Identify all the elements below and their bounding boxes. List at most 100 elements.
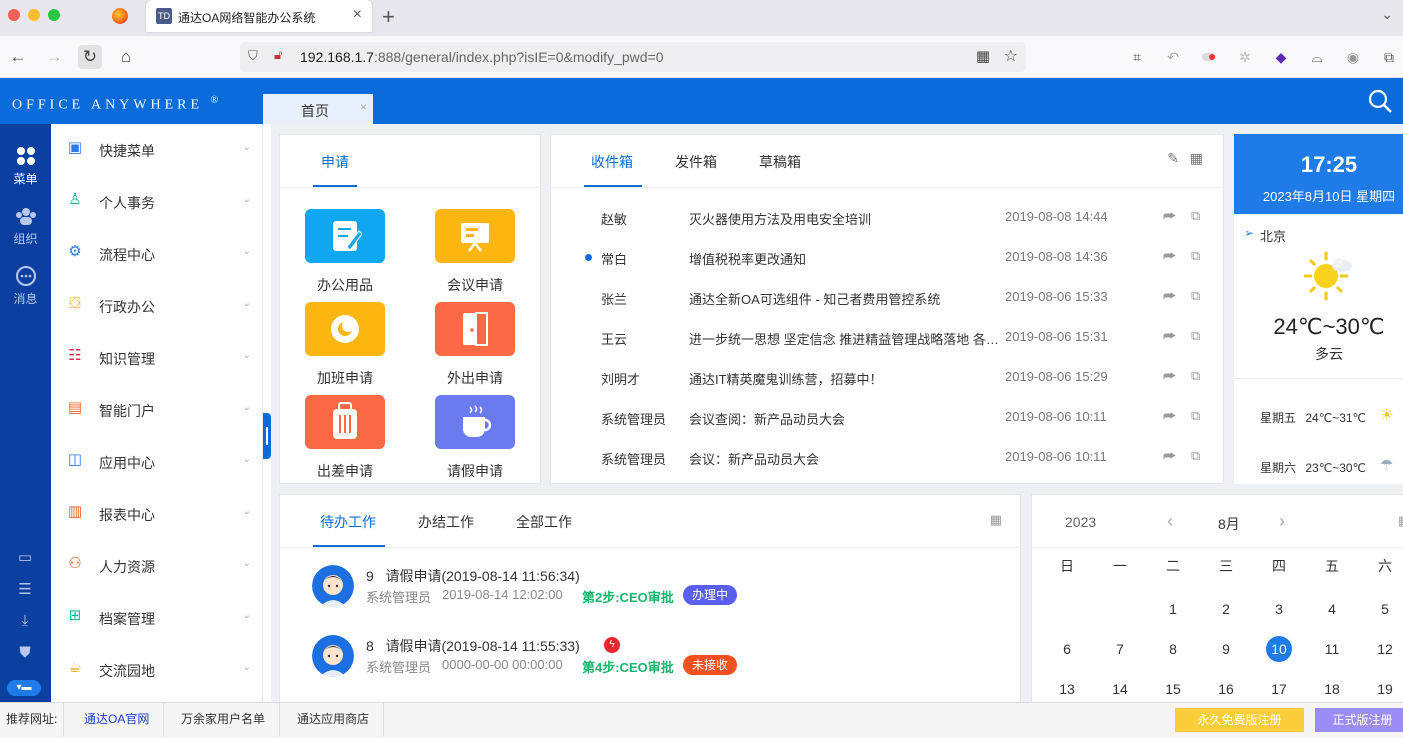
calendar-day[interactable]: 6 xyxy=(1047,636,1087,662)
window-minimize-button[interactable] xyxy=(28,9,40,21)
back-button[interactable]: ← xyxy=(6,45,30,69)
mail-row[interactable]: 系统管理员 会议：新产品动员大会 2019-08-06 10:11 ⮫ ⧉ xyxy=(551,437,1223,477)
tab-done[interactable]: 办结工作 xyxy=(418,512,474,532)
menu-item[interactable]: ♙ 个人事务 ⌄ xyxy=(51,176,263,228)
toggle-extension-icon[interactable] xyxy=(1200,48,1218,66)
tab-home[interactable]: 首页 × xyxy=(263,94,373,124)
apply-business-trip[interactable]: 出差申请 xyxy=(293,395,393,485)
menu-item[interactable]: ⚙ 流程中心 ⌄ xyxy=(51,228,263,280)
calendar-day[interactable]: 15 xyxy=(1153,676,1193,702)
mail-subject[interactable]: 灭火器使用方法及用电安全培训 xyxy=(689,209,1001,228)
menu-item[interactable]: ⚇ 人力资源 ⌄ xyxy=(51,540,263,592)
tab-home-close-icon[interactable]: × xyxy=(360,100,367,114)
mail-subject[interactable]: 通达IT精英魔鬼训练营，招募中！ xyxy=(689,369,1001,388)
todo-title[interactable]: 9 请假申请(2019-08-14 11:56:34) xyxy=(366,566,580,586)
pro-register-button[interactable]: 正式版注册 xyxy=(1315,708,1403,732)
todo-title[interactable]: 8 请假申请(2019-08-14 11:55:33) xyxy=(366,636,580,656)
apply-leave[interactable]: 请假申请 xyxy=(423,395,523,485)
weather-city[interactable]: 北京 xyxy=(1260,226,1286,245)
download-icon[interactable]: ⤓ xyxy=(13,612,37,632)
forward-icon[interactable]: ⮫ xyxy=(1163,328,1176,345)
apply-office-supplies[interactable]: 办公用品 xyxy=(293,209,393,299)
diamond-extension-icon[interactable]: ◆ xyxy=(1272,48,1290,66)
calendar-day[interactable]: 11 xyxy=(1312,636,1352,662)
calendar-day[interactable]: 3 xyxy=(1259,596,1299,622)
calendar-day[interactable]: 16 xyxy=(1206,676,1246,702)
forward-icon[interactable]: ⮫ xyxy=(1163,408,1176,425)
undo-icon[interactable]: ↶ xyxy=(1164,48,1182,66)
calendar-day[interactable]: 1 xyxy=(1153,596,1193,622)
tab-all-work[interactable]: 全部工作 xyxy=(516,512,572,532)
rail-menu-button[interactable]: 菜单 xyxy=(0,146,51,187)
browser-tab-active[interactable]: TD 通达OA网络智能办公系统 × xyxy=(146,0,372,32)
rail-org-button[interactable]: 组织 xyxy=(0,206,51,247)
apply-overtime[interactable]: 加班申请 xyxy=(293,302,393,392)
apply-meeting[interactable]: 会议申请 xyxy=(423,209,523,299)
home-button[interactable]: ⌂ xyxy=(114,45,138,69)
calendar-day[interactable]: 5 xyxy=(1365,596,1403,622)
qr-code-icon[interactable]: ▦ xyxy=(976,47,990,65)
calendar-day[interactable]: 14 xyxy=(1100,676,1140,702)
shirt-icon[interactable]: ⛊ xyxy=(13,644,37,664)
calendar-day[interactable]: 13 xyxy=(1047,676,1087,702)
calendar-day[interactable]: 2 xyxy=(1206,596,1246,622)
mail-subject[interactable]: 会议：新产品动员大会 xyxy=(689,449,1001,468)
tab-drafts[interactable]: 草稿箱 xyxy=(759,152,801,172)
open-external-icon[interactable]: ⧉ xyxy=(1191,248,1200,264)
open-external-icon[interactable]: ⧉ xyxy=(1191,288,1200,304)
monitor-icon[interactable]: ▭ xyxy=(13,548,37,568)
bookmark-star-icon[interactable]: ☆ xyxy=(1004,46,1018,66)
tab-inbox[interactable]: 收件箱 xyxy=(591,152,633,172)
tab-list-chevron-icon[interactable]: ⌄ xyxy=(1381,6,1393,23)
free-register-button[interactable]: 永久免费版注册 xyxy=(1175,708,1304,732)
menu-item[interactable]: ▤ 智能门户 ⌄ xyxy=(51,384,263,436)
mail-row[interactable]: 刘明才 通达IT精英魔鬼训练营，招募中！ 2019-08-06 15:29 ⮫ … xyxy=(551,357,1223,397)
rail-toggle-button[interactable]: ▾▬ xyxy=(7,680,41,696)
list-icon[interactable]: ☰ xyxy=(13,580,37,600)
menu-collapse-handle[interactable] xyxy=(263,413,271,459)
mail-row[interactable]: 系统管理员 会议查阅：新产品动员大会 2019-08-06 10:11 ⮫ ⧉ xyxy=(551,397,1223,437)
grid-icon[interactable]: ▦ xyxy=(990,512,1002,528)
calendar-month[interactable]: 8月 xyxy=(1218,514,1240,534)
calendar-day[interactable]: 17 xyxy=(1259,676,1299,702)
footer-link-official[interactable]: 通达OA官网 xyxy=(70,703,165,737)
menu-item[interactable]: ▥ 报表中心 ⌄ xyxy=(51,488,263,540)
hat-extension-icon[interactable]: ⌓ xyxy=(1308,48,1326,66)
firefox-icon[interactable] xyxy=(112,8,128,24)
mail-row[interactable]: 赵敏 灭火器使用方法及用电安全培训 2019-08-08 14:44 ⮫ ⧉ xyxy=(551,197,1223,237)
mail-row[interactable]: 常白 增值税税率更改通知 2019-08-08 14:36 ⮫ ⧉ xyxy=(551,237,1223,277)
mail-subject[interactable]: 进一步统一思想 坚定信念 推进精益管理战略落地 各部门积极响应 xyxy=(689,329,1001,348)
calendar-day[interactable]: 12 xyxy=(1365,636,1403,662)
open-external-icon[interactable]: ⧉ xyxy=(1191,208,1200,224)
mail-row[interactable]: 王云 进一步统一思想 坚定信念 推进精益管理战略落地 各部门积极响应 2019-… xyxy=(551,317,1223,357)
open-external-icon[interactable]: ⧉ xyxy=(1191,408,1200,424)
forward-button[interactable]: → xyxy=(42,45,66,69)
grid-icon[interactable]: ▦ xyxy=(1398,513,1403,529)
grid-icon[interactable]: ▦ xyxy=(1190,150,1203,167)
forward-icon[interactable]: ⮫ xyxy=(1163,448,1176,465)
forward-icon[interactable]: ⮫ xyxy=(1163,248,1176,265)
tab-todo[interactable]: 待办工作 xyxy=(320,512,376,532)
calendar-day-today[interactable]: 10 xyxy=(1259,636,1299,662)
shield-icon[interactable]: ⛉ xyxy=(248,48,258,64)
calendar-day[interactable]: 18 xyxy=(1312,676,1352,702)
footer-link-users[interactable]: 万余家用户名单 xyxy=(167,703,281,737)
new-tab-button[interactable]: + xyxy=(382,4,395,30)
menu-item[interactable]: ▣ 快捷菜单 ⌄ xyxy=(51,124,263,176)
circle-extension-icon[interactable]: ◉ xyxy=(1344,48,1362,66)
tab-outbox[interactable]: 发件箱 xyxy=(675,152,717,172)
mail-subject[interactable]: 会议查阅：新产品动员大会 xyxy=(689,409,1001,428)
chevron-left-icon[interactable]: ‹ xyxy=(1167,511,1173,532)
chevron-right-icon[interactable]: › xyxy=(1279,511,1285,532)
rail-message-button[interactable]: 消息 xyxy=(0,266,51,307)
window-close-button[interactable] xyxy=(8,9,20,21)
calendar-year[interactable]: 2023 xyxy=(1065,514,1096,530)
forward-icon[interactable]: ⮫ xyxy=(1163,368,1176,385)
menu-item[interactable]: ◫ 应用中心 ⌄ xyxy=(51,436,263,488)
extension-gear-icon[interactable]: ✲ xyxy=(1236,48,1254,66)
calendar-day[interactable]: 9 xyxy=(1206,636,1246,662)
address-bar[interactable]: ⛉ 🔓︎ 192.168.1.7:888/general/index.php?i… xyxy=(240,42,1026,72)
search-icon[interactable] xyxy=(1367,88,1393,114)
url-text[interactable]: 192.168.1.7:888/general/index.php?isIE=0… xyxy=(300,49,664,65)
open-external-icon[interactable]: ⧉ xyxy=(1191,448,1200,464)
